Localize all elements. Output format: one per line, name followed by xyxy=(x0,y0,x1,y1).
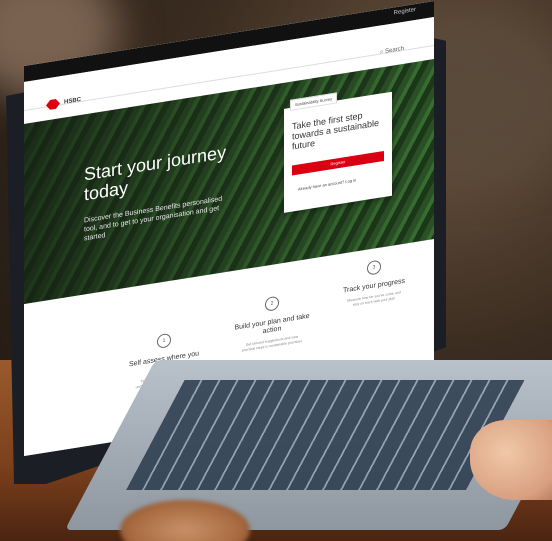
hand xyxy=(470,420,552,500)
search-icon: ⌕ xyxy=(379,49,384,56)
hexagon-logo-icon xyxy=(46,98,60,110)
register-button[interactable]: Register xyxy=(292,150,384,176)
card-title: Take the first step towards a sustainabl… xyxy=(292,110,380,152)
laptop-photo: Register ⌕ Search HSBC Start your journe… xyxy=(0,0,552,541)
step-2: 2 Build your plan and take action Get ta… xyxy=(232,290,312,355)
brand-name: HSBC xyxy=(64,96,82,106)
keys-grid xyxy=(126,380,525,490)
step-number: 3 xyxy=(367,259,381,276)
search-label: Search xyxy=(384,45,404,55)
step-3: 3 Track your progress Measure how far yo… xyxy=(334,254,414,311)
step-number: 1 xyxy=(157,332,171,349)
step-number: 2 xyxy=(265,295,279,312)
search-button[interactable]: ⌕ Search xyxy=(380,46,404,57)
register-link[interactable]: Register xyxy=(394,7,416,17)
signup-card: Sustainability Survey Take the first ste… xyxy=(284,91,392,213)
login-link[interactable]: Already have an account? Log in xyxy=(298,177,356,191)
